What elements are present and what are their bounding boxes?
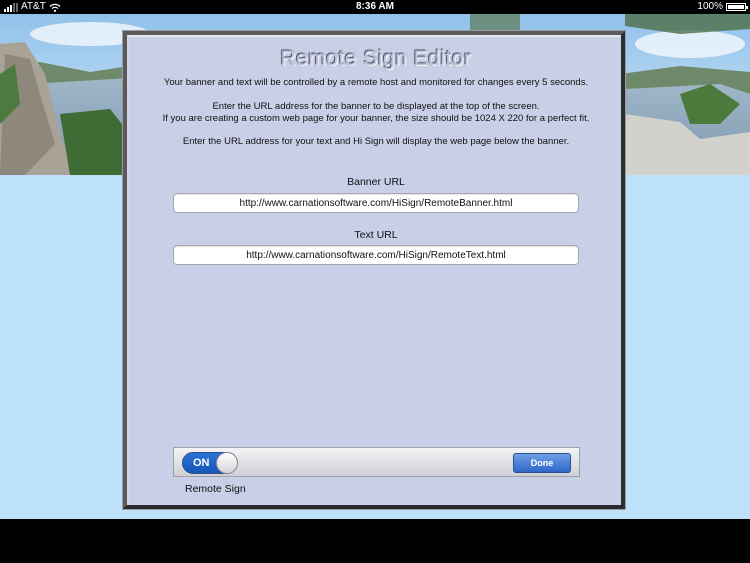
status-right: 100% <box>697 0 748 14</box>
banner-instruction-1: Enter the URL address for the banner to … <box>212 101 540 112</box>
status-bar: AT&T 8:36 AM 100% <box>0 0 750 14</box>
battery-icon <box>726 3 748 11</box>
panel-inner: Remote Sign Editor Your banner and text … <box>127 35 621 505</box>
text-url-label: Text URL <box>354 229 398 241</box>
intro-text: Your banner and text will be controlled … <box>163 77 589 88</box>
banner-instruction-2: If you are creating a custom web page fo… <box>162 113 590 124</box>
battery-percent: 100% <box>697 1 723 12</box>
text-instruction: Enter the URL address for your text and … <box>182 136 570 147</box>
remote-sign-label: Remote Sign <box>185 483 246 495</box>
text-url-input[interactable] <box>173 245 579 265</box>
panel-title: Remote Sign Editor <box>280 47 472 70</box>
bottom-toolbar: ON Done <box>173 447 580 477</box>
banner-url-input[interactable] <box>173 193 579 213</box>
status-time: 8:36 AM <box>356 1 394 12</box>
banner-url-label: Banner URL <box>347 176 405 188</box>
toggle-state-label: ON <box>193 457 210 469</box>
remote-sign-toggle[interactable]: ON <box>182 452 238 474</box>
done-button[interactable]: Done <box>513 453 571 473</box>
remote-sign-editor-panel: Remote Sign Editor Your banner and text … <box>123 31 625 509</box>
bottom-bar <box>0 519 750 563</box>
toggle-knob <box>216 452 238 474</box>
